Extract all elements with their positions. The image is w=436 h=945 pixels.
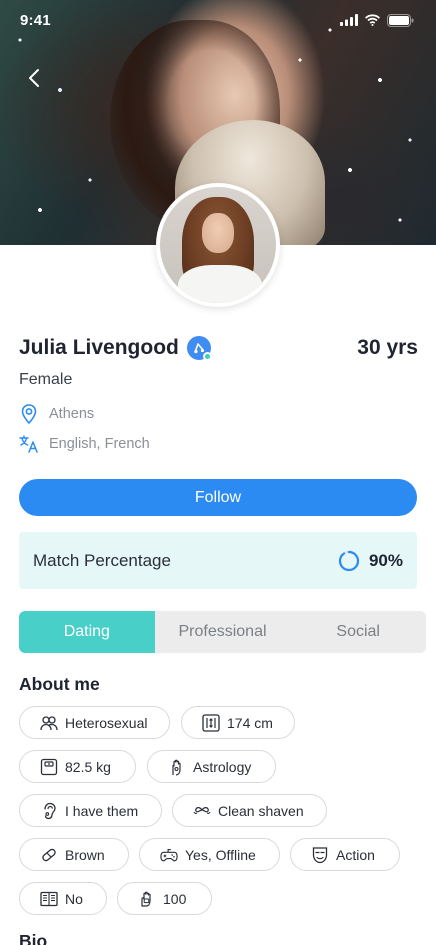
astrology-hand-icon (168, 758, 186, 776)
profile-age: 30 yrs (357, 336, 418, 359)
mustache-icon (193, 802, 211, 820)
match-progress-ring-icon (338, 550, 360, 571)
location-pin-icon (19, 403, 39, 425)
match-percentage-card: Match Percentage 90% (19, 532, 417, 589)
match-label: Match Percentage (33, 550, 171, 570)
name-row: Julia Livengood 30 yrs (19, 336, 418, 361)
chip-label: I have them (65, 802, 139, 819)
name-wrap: Julia Livengood (19, 336, 212, 361)
translate-icon (19, 433, 39, 455)
profile-name: Julia Livengood (19, 336, 179, 359)
chip-label: 82.5 kg (65, 758, 111, 775)
gamepad-icon (160, 846, 178, 864)
chip-label: Brown (65, 846, 105, 863)
chip-label: 174 cm (227, 714, 273, 731)
mask-icon (311, 846, 329, 864)
chip-label: Yes, Offline (185, 846, 256, 863)
languages-text: English, French (49, 436, 150, 452)
chip-rating[interactable]: 100 (117, 882, 212, 915)
chip-label: Clean shaven (218, 802, 304, 819)
battery-icon (387, 13, 414, 27)
chip-weight[interactable]: 82.5 kg (19, 750, 136, 783)
chip-label: Heterosexual (65, 714, 148, 731)
chip-facial-hair[interactable]: Clean shaven (172, 794, 327, 827)
cellular-signal-icon (340, 14, 358, 26)
bio-title: Bio (19, 931, 48, 945)
tab-professional[interactable]: Professional (155, 611, 291, 653)
profile-tabs: Dating Professional Social (19, 611, 426, 653)
avatar (156, 183, 280, 307)
chip-height[interactable]: 174 cm (181, 706, 295, 739)
tab-social[interactable]: Social (290, 611, 426, 653)
hair-band-icon (40, 846, 58, 864)
location-text: Athens (49, 406, 95, 422)
rating-hand-icon (138, 890, 156, 908)
ear-icon (40, 802, 58, 820)
language-row: English, French (19, 433, 150, 455)
chip-movie-genre[interactable]: Action (290, 838, 400, 871)
status-time: 9:41 (20, 11, 51, 29)
weight-scale-icon (40, 758, 58, 776)
avatar-photo (160, 187, 276, 303)
wifi-icon (365, 14, 380, 26)
match-value-wrap: 90% (338, 550, 403, 572)
chip-astrology[interactable]: Astrology (147, 750, 276, 783)
chip-orientation[interactable]: Heterosexual (19, 706, 170, 739)
chip-gaming[interactable]: Yes, Offline (139, 838, 280, 871)
about-me-title: About me (19, 674, 100, 694)
chip-reading[interactable]: No (19, 882, 107, 915)
avatar-photo-face (202, 213, 234, 253)
online-dot (202, 352, 212, 361)
chip-piercings[interactable]: I have them (19, 794, 162, 827)
location-row: Athens (19, 403, 94, 425)
people-icon (40, 714, 58, 732)
verified-badge-icon (186, 336, 212, 361)
profile-gender: Female (19, 371, 73, 388)
tab-dating[interactable]: Dating (19, 611, 155, 653)
chip-label: 100 (163, 890, 187, 907)
book-icon (40, 890, 58, 908)
chevron-left-icon (29, 69, 39, 87)
status-bar: 9:41 (0, 0, 436, 40)
avatar-photo-shirt (178, 265, 262, 303)
chip-label: No (65, 890, 83, 907)
match-value: 90% (368, 550, 403, 570)
status-icons (340, 13, 414, 27)
chip-hair-color[interactable]: Brown (19, 838, 129, 871)
chip-label: Astrology (193, 758, 252, 775)
back-button[interactable] (20, 64, 48, 92)
chip-label: Action (336, 846, 375, 863)
height-icon (202, 713, 220, 732)
follow-button[interactable]: Follow (19, 479, 417, 516)
